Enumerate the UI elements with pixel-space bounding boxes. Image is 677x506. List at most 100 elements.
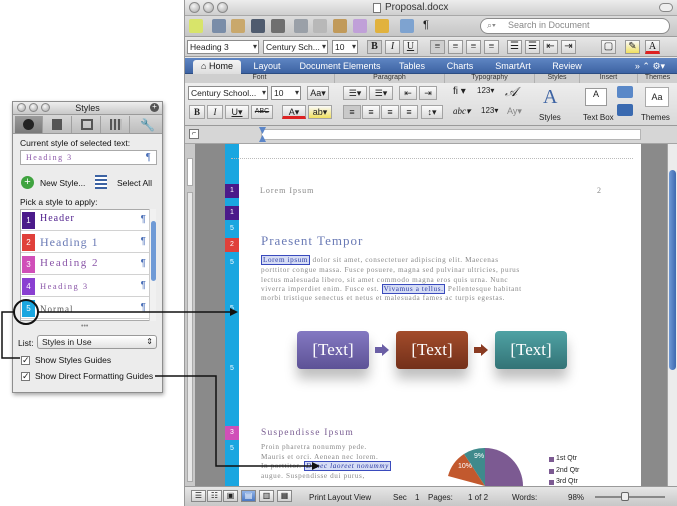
redo-icon[interactable] xyxy=(400,19,414,33)
toolbar-toggle-button[interactable] xyxy=(659,3,673,12)
font-color-button[interactable]: A xyxy=(645,40,660,54)
ruler-bar[interactable] xyxy=(261,129,641,140)
print-icon[interactable] xyxy=(271,19,285,33)
tab-review[interactable]: Review xyxy=(545,60,589,74)
format-painter-icon[interactable] xyxy=(353,19,367,33)
ribbon-underline-button[interactable]: U▾ xyxy=(225,105,249,119)
font-combo[interactable]: Century Sch... xyxy=(263,40,328,54)
align-right-button[interactable]: ≡ xyxy=(466,40,481,54)
style-item-heading-3[interactable]: 4 Heading 3 ¶ xyxy=(21,276,150,297)
gallery-icon[interactable] xyxy=(212,19,226,33)
number-spacing-button[interactable]: 123▾ xyxy=(481,106,498,115)
new-style-icon[interactable]: + xyxy=(21,176,34,189)
style-list-scroll-thumb[interactable] xyxy=(151,221,156,281)
body-paragraph-line[interactable]: Lorem ipsum dolor sit amet, consectetuer… xyxy=(261,255,499,266)
show-direct-formatting-checkbox[interactable]: ✓ xyxy=(21,372,30,381)
save-icon[interactable] xyxy=(251,19,265,33)
tab-selector-icon[interactable]: ⌐ xyxy=(189,129,199,139)
select-all-icon[interactable] xyxy=(95,175,107,189)
cut-icon[interactable] xyxy=(294,19,308,33)
body-paragraph-line[interactable]: In porttitor. Donec laoreet nonummy xyxy=(261,461,391,472)
style-list[interactable]: 1 Header ¶ 2 Heading 1 ¶ 3 Heading 2 ¶ 4… xyxy=(20,209,156,321)
number-forms-button[interactable]: 123▾ xyxy=(477,86,494,95)
stylistic-sets-button[interactable]: 𝒜 xyxy=(505,84,517,100)
bold-button[interactable]: B xyxy=(367,40,382,54)
tab-tables[interactable]: Tables xyxy=(392,60,432,74)
swash-button[interactable]: abc▾ xyxy=(453,106,471,117)
resize-handle-icon[interactable]: ••• xyxy=(81,323,88,330)
italic-button[interactable]: I xyxy=(385,40,400,54)
new-document-icon[interactable] xyxy=(189,19,203,33)
ribbon-justify-button[interactable]: ≡ xyxy=(400,105,418,119)
tab-home[interactable]: ⌂ Home xyxy=(193,60,241,74)
ribbon-font-combo[interactable]: Century School... xyxy=(188,86,268,100)
show-formatting-icon[interactable]: ¶ xyxy=(423,19,429,31)
new-style-button[interactable]: New Style... xyxy=(40,178,85,188)
fullscreen-view-button[interactable]: ▦ xyxy=(277,490,292,502)
undo-icon[interactable] xyxy=(375,19,389,33)
style-combo[interactable]: Heading 3 xyxy=(187,40,259,54)
pie-chart[interactable] xyxy=(440,440,530,486)
styles-tab-icon[interactable] xyxy=(44,116,72,133)
glyph-button[interactable]: Ay▾ xyxy=(507,106,522,117)
size-combo[interactable]: 10 xyxy=(332,40,358,54)
picture-icon[interactable] xyxy=(617,104,633,116)
body-paragraph-line[interactable]: augue. Suspendisse dui purus, xyxy=(261,472,365,482)
heading-suspendisse-ipsum[interactable]: Suspendisse Ipsum xyxy=(261,428,354,438)
minimize-window-button[interactable] xyxy=(203,2,214,13)
scrapbook-tab-icon[interactable] xyxy=(73,116,101,133)
smartart-box-2[interactable]: [Text] xyxy=(396,331,468,369)
ribbon-numbering-button[interactable]: ☰▾ xyxy=(369,86,393,100)
pie-slice[interactable] xyxy=(485,448,523,486)
decrease-indent-button[interactable]: ⇤ xyxy=(543,40,558,54)
heading-praesent-tempor[interactable]: Praesent Tempor xyxy=(261,233,363,249)
body-paragraph-line[interactable]: morbi tristique senectus et netus et mal… xyxy=(261,294,505,304)
increase-indent-button[interactable]: ⇥ xyxy=(561,40,576,54)
themes-icon[interactable]: Aa xyxy=(645,87,669,107)
body-paragraph-line[interactable]: porttitor congue massa. Fusce posuere, m… xyxy=(261,266,520,276)
shape-icon[interactable] xyxy=(617,86,633,98)
style-item-heading-2[interactable]: 3 Heading 2 ¶ xyxy=(21,254,150,275)
palette-close-button[interactable] xyxy=(17,103,26,112)
select-all-button[interactable]: Select All xyxy=(117,178,152,188)
close-window-button[interactable] xyxy=(189,2,200,13)
reference-tools-tab-icon[interactable] xyxy=(102,116,130,133)
palette-zoom-button[interactable] xyxy=(41,103,50,112)
themes-button-label[interactable]: Themes xyxy=(641,113,670,122)
formatting-tab-icon[interactable] xyxy=(15,116,43,133)
ribbon-bullets-button[interactable]: ☰▾ xyxy=(343,86,367,100)
list-filter-dropdown[interactable]: Styles in Use ⇕ xyxy=(37,335,157,349)
draft-view-button[interactable]: ☰ xyxy=(191,490,206,502)
show-styles-guides-checkbox[interactable]: ✓ xyxy=(21,356,30,365)
notebook-view-button[interactable]: ▥ xyxy=(259,490,274,502)
styles-button-label[interactable]: Styles xyxy=(539,113,561,122)
zoom-slider-handle[interactable] xyxy=(621,492,629,501)
ribbon-highlight-button[interactable]: ab▾ xyxy=(308,105,332,119)
ribbon-bold-button[interactable]: B xyxy=(189,105,205,119)
tools-tab-icon[interactable]: 🔧 xyxy=(131,116,159,133)
ribbon-align-left-button[interactable]: ≡ xyxy=(343,105,361,119)
style-item-header[interactable]: 1 Header ¶ xyxy=(21,210,150,231)
underline-button[interactable]: U xyxy=(403,40,418,54)
ribbon-options-icon[interactable]: » ⌃ ⚙▾ xyxy=(625,60,675,74)
numbering-button[interactable]: ☰ xyxy=(525,40,540,54)
smartart-box-1[interactable]: [Text] xyxy=(297,331,369,369)
ruler[interactable]: ⌐ xyxy=(185,126,677,144)
borders-button[interactable]: ▢ xyxy=(601,40,616,54)
body-paragraph-line[interactable]: Proin pharetra nonummy pede. xyxy=(261,443,367,453)
strikethrough-button[interactable]: ABC xyxy=(251,105,273,119)
tab-charts[interactable]: Charts xyxy=(439,60,481,74)
zoom-slider[interactable] xyxy=(595,496,665,498)
style-item-heading-1[interactable]: 2 Heading 1 ¶ xyxy=(21,232,150,253)
scrollbar-thumb[interactable] xyxy=(669,170,676,370)
ribbon-outdent-button[interactable]: ⇤ xyxy=(399,86,417,100)
ribbon-italic-button[interactable]: I xyxy=(207,105,223,119)
bullets-button[interactable]: ☰ xyxy=(507,40,522,54)
ribbon-align-center-button[interactable]: ≡ xyxy=(362,105,380,119)
justify-button[interactable]: ≡ xyxy=(484,40,499,54)
paste-icon[interactable] xyxy=(333,19,347,33)
zoom-window-button[interactable] xyxy=(217,2,228,13)
tab-layout[interactable]: Layout xyxy=(247,60,287,74)
ribbon-align-right-button[interactable]: ≡ xyxy=(381,105,399,119)
open-folder-icon[interactable] xyxy=(231,19,245,33)
